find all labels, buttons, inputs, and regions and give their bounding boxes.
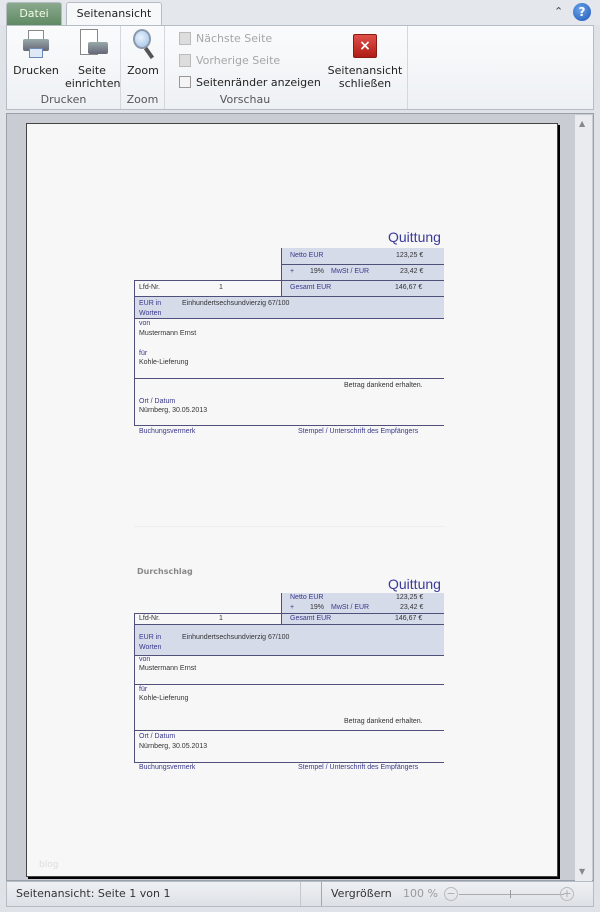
words-label-1: EUR in — [139, 634, 162, 641]
close-preview-button[interactable]: × Seitenansicht schließen — [325, 34, 405, 90]
total-value: 146,67 € — [395, 615, 423, 622]
cut-line — [135, 526, 445, 527]
close-label-2: schließen — [338, 77, 392, 90]
help-icon[interactable]: ? — [573, 3, 591, 21]
from-label: von — [139, 320, 151, 327]
received-text: Betrag dankend erhalten. — [344, 382, 423, 389]
scroll-down-icon[interactable]: ▼ — [579, 867, 585, 876]
next-page-label: Nächste Seite — [196, 31, 273, 45]
zoom-button[interactable]: Zoom — [125, 28, 161, 77]
scroll-up-icon[interactable]: ▲ — [579, 119, 585, 128]
zoom-slider[interactable] — [459, 894, 564, 895]
group-label-zoom: Zoom — [126, 93, 159, 106]
nr-label: Lfd-Nr. — [139, 284, 161, 291]
page-setup-icon — [76, 28, 108, 60]
netto-value: 123,25 € — [396, 594, 424, 601]
netto-label: Netto EUR — [290, 252, 324, 259]
words-label-2: Worten — [139, 310, 162, 317]
magnifier-icon — [127, 28, 159, 60]
zoom-label: Vergrößern — [331, 887, 392, 900]
words-label-2: Worten — [139, 644, 162, 651]
print-label: Drucken — [13, 64, 59, 77]
place-label: Ort / Datum — [139, 398, 176, 405]
nr-value: 1 — [219, 615, 223, 622]
group-label-vorschau: Vorschau — [219, 93, 271, 106]
vat-value: 23,42 € — [400, 604, 424, 611]
words-label-1: EUR in — [139, 300, 162, 307]
from-label: von — [139, 656, 151, 663]
close-icon: × — [353, 34, 377, 58]
watermark: blog — [39, 860, 59, 870]
vat-plus: + — [290, 268, 295, 275]
booking-label: Buchungsvermerk — [139, 428, 196, 435]
from-value: Mustermann Ernst — [139, 330, 197, 337]
total-value: 146,67 € — [395, 284, 423, 291]
close-label-1: Seitenansicht — [327, 64, 403, 77]
checkbox-icon — [179, 76, 191, 88]
words-value: Einhundertsechsundvierzig 67/100 — [182, 634, 290, 641]
page-setup-button[interactable]: Seite einrichten — [65, 28, 121, 90]
place-value: Nürnberg, 30.05.2013 — [139, 743, 208, 750]
zoom-out-icon[interactable]: − — [444, 887, 458, 901]
netto-value: 123,25 € — [396, 252, 424, 259]
copy-label: Durchschlag — [137, 567, 193, 576]
total-label: Gesamt EUR — [290, 615, 332, 622]
previous-page-button[interactable]: Vorherige Seite — [179, 51, 280, 69]
vat-value: 23,42 € — [400, 268, 424, 275]
words-value: Einhundertsechsundvierzig 67/100 — [182, 300, 290, 307]
received-text: Betrag dankend erhalten. — [344, 718, 423, 725]
nr-label: Lfd-Nr. — [139, 615, 161, 622]
total-label: Gesamt EUR — [290, 284, 332, 291]
previous-page-label: Vorherige Seite — [196, 53, 281, 67]
for-label: für — [139, 686, 148, 693]
netto-label: Netto EUR — [290, 594, 324, 601]
place-label: Ort / Datum — [139, 733, 176, 740]
next-page-button[interactable]: Nächste Seite — [179, 29, 272, 47]
next-page-icon — [179, 31, 191, 45]
place-value: Nürnberg, 30.05.2013 — [139, 407, 208, 414]
previous-page-icon — [179, 53, 191, 67]
minimize-ribbon-icon[interactable]: ⌃ — [554, 5, 563, 18]
group-drucken: Drucken Seite einrichten Drucken — [7, 26, 121, 109]
vat-plus: + — [290, 604, 295, 611]
show-margins-checkbox[interactable]: Seitenränder anzeigen — [179, 73, 321, 91]
ribbon: Drucken Seite einrichten Drucken Zoom Zo… — [6, 25, 594, 110]
page-setup-label-2: einrichten — [65, 77, 121, 90]
from-value: Mustermann Ernst — [139, 665, 197, 672]
signature-label: Stempel / Unterschrift des Empfängers — [298, 428, 419, 435]
ribbon-tab-bar: Datei Seitenansicht ⌃ ? — [0, 0, 600, 26]
show-margins-label: Seitenränder anzeigen — [196, 75, 321, 89]
vertical-scrollbar[interactable]: ▲ ▼ — [575, 115, 592, 881]
group-zoom: Zoom Zoom — [121, 26, 165, 109]
zoom-slider-thumb[interactable] — [510, 890, 511, 898]
for-label: für — [139, 350, 148, 357]
tab-datei[interactable]: Datei — [6, 2, 62, 25]
status-bar: Seitenansicht: Seite 1 von 1 Vergrößern … — [6, 881, 594, 907]
print-button[interactable]: Drucken — [11, 28, 61, 77]
zoom-label: Zoom — [127, 64, 159, 77]
booking-label: Buchungsvermerk — [139, 764, 196, 771]
signature-label: Stempel / Unterschrift des Empfängers — [298, 764, 419, 771]
group-label-drucken: Drucken — [40, 93, 87, 106]
nr-value: 1 — [219, 284, 223, 291]
print-page: blog Durchschlag — [26, 123, 558, 877]
page-setup-label-1: Seite — [78, 64, 106, 77]
tab-seitenansicht[interactable]: Seitenansicht — [66, 2, 162, 26]
vat-rate: 19% — [310, 604, 325, 611]
printer-icon — [20, 28, 52, 60]
receipt-title: Quittung — [388, 576, 441, 592]
zoom-in-icon[interactable]: + — [560, 887, 574, 901]
vat-label: MwSt / EUR — [331, 268, 370, 275]
for-value: Kohle-Lieferung — [139, 359, 189, 366]
page-status: Seitenansicht: Seite 1 von 1 — [16, 887, 171, 900]
for-value: Kohle-Lieferung — [139, 695, 189, 702]
vat-label: MwSt / EUR — [331, 604, 370, 611]
receipt-title: Quittung — [388, 229, 441, 245]
vat-rate: 19% — [310, 268, 325, 275]
zoom-value: 100 % — [403, 887, 438, 900]
